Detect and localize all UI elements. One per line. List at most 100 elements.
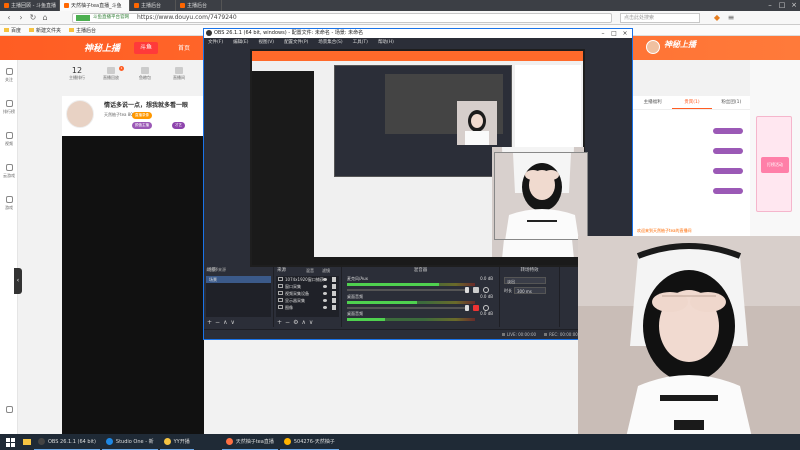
user-avatar[interactable] (646, 40, 660, 54)
tag-chip[interactable]: 才艺 (172, 122, 185, 129)
volume-slider-knob[interactable] (465, 287, 469, 293)
header-right-banner[interactable]: 神秘上播 (664, 39, 704, 57)
menu-tools[interactable]: 工具(T) (353, 38, 368, 47)
volume-slider[interactable] (347, 305, 469, 311)
eye-icon[interactable] (323, 278, 327, 281)
video-player[interactable] (62, 136, 204, 434)
forward-icon[interactable]: › (16, 13, 26, 23)
left-nav-item[interactable]: 视频 (0, 128, 18, 156)
back-icon[interactable]: ‹ (4, 13, 14, 23)
menu-view[interactable]: 视图(V) (258, 38, 274, 47)
filters-tab[interactable]: 滤镜 (322, 267, 330, 275)
remove-icon[interactable]: − (285, 318, 290, 327)
close-icon[interactable]: × (788, 0, 800, 11)
refresh-icon[interactable]: ↻ (28, 13, 38, 23)
source-item[interactable]: 1074x1920窗口捕获 (276, 276, 339, 283)
close-icon[interactable]: × (620, 29, 630, 38)
gear-icon[interactable] (483, 287, 489, 293)
down-icon[interactable]: ∨ (230, 318, 234, 327)
tag-chip[interactable]: 颜值主播 (132, 122, 152, 129)
folder-icon (29, 28, 35, 32)
stat-room[interactable]: 直播间 (164, 66, 194, 90)
bookmark-item[interactable]: 新建文件夹 (29, 27, 61, 34)
url-input[interactable]: 斗鱼直播平台官网 https://www.douyu.com/7479240 (72, 13, 612, 23)
chat-tab[interactable]: 贵宾(1) (672, 96, 712, 109)
source-item[interactable]: 视频采集设备 (276, 290, 339, 297)
left-nav-item[interactable]: 关注 (0, 64, 18, 92)
taskbar-item[interactable]: Studio One - 新 (101, 434, 158, 450)
up-icon[interactable]: ∧ (223, 318, 227, 327)
lock-icon[interactable] (332, 298, 336, 303)
taskbar-item[interactable]: 天然柚子tea直播 (221, 434, 278, 450)
bookmark-item[interactable]: 主播后台 (69, 27, 96, 34)
start-button[interactable] (0, 434, 20, 450)
streamer-avatar[interactable] (66, 100, 94, 128)
gear-icon[interactable]: ⚙ (293, 318, 298, 327)
eye-icon[interactable] (323, 292, 327, 295)
promo-banner[interactable]: 打榜活动 (756, 116, 792, 212)
eye-icon[interactable] (323, 299, 327, 302)
tag-chip[interactable]: 直播录像 (132, 112, 152, 119)
tab-favicon-icon (4, 3, 9, 8)
taskbar-item[interactable]: OBS 26.1.1 (64 bit) (34, 434, 100, 450)
lock-icon[interactable] (332, 291, 336, 296)
menu-file[interactable]: 文件(F) (208, 38, 223, 47)
speaker-icon[interactable] (473, 287, 479, 293)
chat-tab[interactable]: 主播福利 (633, 96, 672, 109)
duration-input[interactable]: 300 ms (514, 287, 546, 294)
nav-home[interactable]: 首页 (178, 43, 190, 52)
douyu-banner-logo[interactable]: 神秘上播 (84, 41, 120, 55)
gamepad-icon (5, 164, 13, 171)
menu-help[interactable]: 帮助(H) (378, 38, 394, 47)
obs-app-icon (38, 438, 45, 445)
extension-icon[interactable]: ◆ (712, 13, 722, 23)
eye-icon[interactable] (323, 306, 327, 309)
browser-tab[interactable]: 主播后台 (130, 0, 176, 11)
stat-fishfood[interactable]: 鱼粮包 (130, 66, 160, 90)
browser-tab-active[interactable]: 天然柚子tea直播_斗鱼 (60, 0, 130, 11)
source-item[interactable]: 窗口采集 (276, 283, 339, 290)
eye-icon[interactable] (323, 285, 327, 288)
search-input[interactable]: 点击此处搜索 (620, 13, 700, 23)
left-nav-item[interactable]: 排行榜 (0, 96, 18, 124)
menu-edit[interactable]: 编辑(E) (233, 38, 248, 47)
transition-select[interactable]: 淡出 (504, 277, 546, 284)
volume-meter (347, 301, 475, 304)
minimize-icon[interactable]: – (598, 29, 608, 38)
mixer-tab[interactable]: 混音 (306, 267, 314, 275)
stat-rank[interactable]: 12 主播排行 (62, 66, 92, 90)
obs-titlebar: OBS 26.1.1 (64 bit, windows) - 配置文件: 未命名… (204, 29, 632, 38)
left-nav-item[interactable]: 云游戏 (0, 160, 18, 188)
maximize-icon[interactable]: □ (609, 29, 619, 38)
minimize-icon[interactable]: – (764, 0, 776, 11)
lock-icon[interactable] (332, 277, 336, 282)
bookmark-item[interactable]: 百度 (4, 27, 21, 34)
collapse-handle[interactable]: ‹ (14, 268, 22, 294)
remove-icon[interactable]: − (215, 318, 220, 327)
maximize-icon[interactable]: □ (776, 0, 788, 11)
menu-icon[interactable]: ≡ (726, 13, 736, 23)
down-icon[interactable]: ∨ (309, 318, 313, 327)
live-status: LIVE: 00:00:00 (501, 330, 536, 339)
menu-scene-collection[interactable]: 场景集合(S) (318, 38, 342, 47)
source-item[interactable]: 显示器采集 (276, 297, 339, 304)
volume-slider[interactable] (347, 287, 469, 293)
browser-tab[interactable]: 主播回顾 - 斗鱼直播 (0, 0, 60, 11)
up-icon[interactable]: ∧ (301, 318, 305, 327)
menu-profile[interactable]: 配置文件(P) (284, 38, 308, 47)
lock-icon[interactable] (332, 284, 336, 289)
add-icon[interactable]: + (277, 318, 282, 327)
scene-item[interactable]: 场景 (206, 276, 271, 283)
left-nav-help[interactable] (0, 402, 18, 430)
douyu-logo[interactable]: 斗鱼 (134, 42, 158, 54)
home-icon[interactable]: ⌂ (40, 13, 50, 23)
left-nav-item[interactable]: 游戏 (0, 192, 18, 220)
taskbar-item[interactable]: YY开播 (159, 434, 194, 450)
source-item[interactable]: 图像 (276, 304, 339, 311)
add-icon[interactable]: + (207, 318, 212, 327)
browser-tab[interactable]: 主播后台 (176, 0, 222, 11)
chat-tab[interactable]: 粉丝团(1) (712, 96, 751, 109)
taskbar-item[interactable]: 504276-天然柚子 (279, 434, 339, 450)
lock-icon[interactable] (332, 305, 336, 310)
file-explorer-icon[interactable] (20, 434, 34, 450)
